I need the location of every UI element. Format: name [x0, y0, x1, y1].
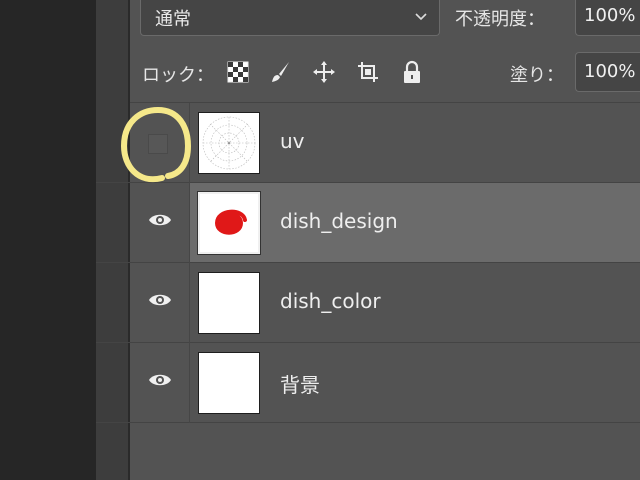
eye-icon[interactable] [148, 212, 172, 228]
eye-icon[interactable] [148, 372, 172, 388]
red-spiral-thumbnail [214, 209, 247, 235]
move-icon[interactable] [312, 60, 336, 84]
canvas-gutter [0, 0, 96, 480]
layer-thumbnail [198, 272, 260, 334]
lock-label: ロック： [142, 65, 214, 86]
checkerboard-icon[interactable] [226, 60, 250, 84]
layer-thumbnail [198, 352, 260, 414]
blend-mode-select[interactable]: 通常 [140, 0, 440, 36]
opacity-input[interactable]: 100% [575, 0, 640, 36]
crop-artboard-icon[interactable] [356, 60, 380, 84]
opacity-label: 不透明度： [455, 9, 545, 30]
eye-icon[interactable] [148, 292, 172, 308]
uv-grid-thumbnail [202, 116, 256, 170]
highlight-annotation-circle [120, 106, 192, 183]
padlock-icon[interactable] [400, 60, 424, 84]
brush-icon[interactable] [268, 60, 292, 84]
layer-row-background[interactable]: 背景 [96, 343, 640, 423]
layer-thumbnail [197, 191, 261, 255]
fill-input[interactable]: 100% [575, 52, 640, 92]
opacity-value: 100% [584, 5, 636, 26]
layer-body[interactable]: dish_design [190, 183, 640, 262]
layer-name[interactable]: 背景 [280, 369, 320, 398]
layer-row-dish-design[interactable]: dish_design [96, 183, 640, 263]
layer-row-dish-color[interactable]: dish_color [96, 263, 640, 343]
visibility-column [130, 263, 190, 343]
fill-label: 塗り： [510, 65, 564, 86]
layer-name[interactable]: uv [280, 129, 305, 153]
chevron-down-icon [415, 13, 427, 21]
layer-name[interactable]: dish_color [280, 289, 381, 313]
fill-value: 100% [584, 61, 636, 82]
layer-body[interactable]: uv [190, 103, 640, 182]
layer-body[interactable]: 背景 [190, 343, 640, 422]
blend-mode-value: 通常 [155, 9, 191, 30]
visibility-column [130, 183, 190, 263]
layer-name[interactable]: dish_design [280, 209, 398, 233]
visibility-column [130, 343, 190, 423]
layer-body[interactable]: dish_color [190, 263, 640, 342]
layer-thumbnail [198, 112, 260, 174]
